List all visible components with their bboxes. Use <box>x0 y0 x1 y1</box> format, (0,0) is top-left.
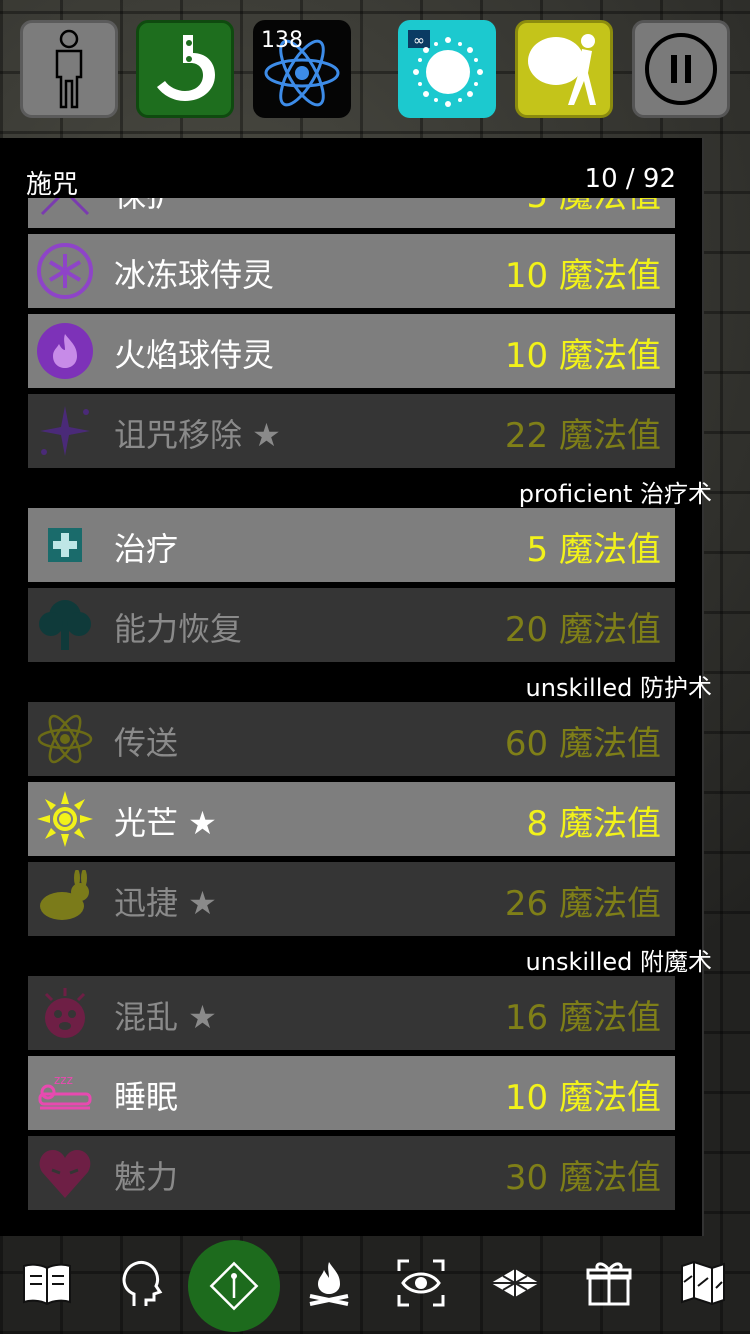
stomach-icon <box>157 35 215 101</box>
first-aid-icon <box>36 516 94 574</box>
search-button[interactable] <box>390 1252 452 1314</box>
spell-name: 冰冻球侍灵 <box>114 256 275 294</box>
character-button[interactable] <box>20 20 118 118</box>
rest-button[interactable] <box>298 1252 360 1314</box>
spell-row-fire-ball[interactable]: 火焰球侍灵 10 魔法值 <box>28 314 675 388</box>
spell-cost: 22 魔法值 <box>504 416 661 456</box>
spell-cost: 8 魔法值 <box>526 804 661 844</box>
tree-icon <box>36 596 94 654</box>
spell-cost: 30 魔法值 <box>504 1158 661 1198</box>
power-count: 138 <box>261 28 303 53</box>
pause-button[interactable] <box>632 20 730 118</box>
spell-cost: 26 魔法值 <box>504 884 661 924</box>
spell-name: 传送 <box>114 724 179 762</box>
cast-spell-button[interactable] <box>188 1240 280 1332</box>
flame-icon <box>36 322 94 380</box>
section-label-healing: proficient 治疗术 <box>518 480 712 508</box>
floor-tiles-icon <box>491 1269 539 1297</box>
map-button[interactable] <box>672 1252 734 1314</box>
character-info-button[interactable] <box>110 1252 172 1314</box>
spell-cost: 10 魔法值 <box>504 1078 661 1118</box>
status-bar: 138 ∞ <box>0 0 750 130</box>
spell-cost: 60 魔法值 <box>504 724 661 764</box>
spell-name: 火焰球侍灵 <box>114 336 275 374</box>
spell-name: 治疗 <box>114 530 179 568</box>
spell-cost: 5 魔法值 <box>526 530 661 570</box>
sparkle-icon <box>36 402 94 460</box>
spell-name: 光芒 ★ <box>114 804 217 842</box>
spell-row-confusion[interactable]: 混乱 ★ 16 魔法值 <box>28 976 675 1050</box>
snowflake-icon <box>36 242 94 300</box>
cast-spell-icon <box>209 1261 259 1311</box>
spell-cost: 20 魔法值 <box>504 610 661 650</box>
spell-name: 迅捷 ★ <box>114 884 217 922</box>
confused-face-icon <box>36 984 94 1042</box>
campfire-icon <box>309 1262 349 1306</box>
spell-name: 睡眠 <box>114 1078 179 1116</box>
heavy-bag-icon <box>528 34 596 105</box>
spell-row-protection[interactable]: 保护 5 魔法值 <box>28 198 675 228</box>
spell-name: 魅力 <box>114 1158 179 1196</box>
person-icon <box>55 29 83 109</box>
search-eye-icon <box>397 1259 445 1307</box>
section-label-enchantment: unskilled 附魔术 <box>525 948 712 976</box>
heart-mask-icon <box>36 1144 94 1202</box>
panel-title: 施咒 <box>26 170 79 200</box>
magic-burst-icon: ∞ <box>408 30 483 107</box>
spell-count: 10 / 92 <box>584 164 676 194</box>
spell-row-teleport[interactable]: 传送 60 魔法值 <box>28 702 675 776</box>
spell-row-light[interactable]: 光芒 ★ 8 魔法值 <box>28 782 675 856</box>
inventory-button[interactable] <box>578 1252 640 1314</box>
partial-spell-row[interactable]: 保护 5 魔法值 <box>28 198 675 228</box>
spell-cost: 16 魔法值 <box>504 998 661 1038</box>
encumbrance-button[interactable] <box>515 20 613 118</box>
atom-icon <box>36 710 94 768</box>
svg-text:∞: ∞ <box>413 33 425 49</box>
spellbook-icon <box>23 1263 71 1306</box>
power-button[interactable]: 138 <box>253 20 351 118</box>
spell-cost: 10 魔法值 <box>504 336 661 376</box>
spellbook-button[interactable] <box>16 1252 78 1314</box>
spell-row-heal[interactable]: 治疗 5 魔法值 <box>28 508 675 582</box>
spell-cost: 5 魔法值 <box>527 198 661 217</box>
svg-text:zzz: zzz <box>54 1073 73 1087</box>
magic-button[interactable]: ∞ <box>398 20 496 118</box>
spell-row-restore[interactable]: 能力恢复 20 魔法值 <box>28 588 675 662</box>
section-label-protection: unskilled 防护术 <box>525 674 712 702</box>
spell-row-sleep[interactable]: zzz 睡眠 10 魔法值 <box>28 1056 675 1130</box>
hunger-button[interactable] <box>136 20 234 118</box>
floor-button[interactable] <box>484 1252 546 1314</box>
spell-row-charm[interactable]: 魅力 30 魔法值 <box>28 1136 675 1210</box>
spell-row-ice-ball[interactable]: 冰冻球侍灵 10 魔法值 <box>28 234 675 308</box>
sun-icon <box>36 790 94 848</box>
map-icon <box>681 1260 725 1306</box>
spell-cost: 10 魔法值 <box>504 256 661 296</box>
shield-icon <box>36 198 94 220</box>
rabbit-icon <box>36 870 94 928</box>
sleep-icon: zzz <box>36 1064 94 1122</box>
spell-row-haste[interactable]: 迅捷 ★ 26 魔法值 <box>28 862 675 936</box>
spell-name: 保护 <box>114 198 178 216</box>
gift-icon <box>586 1262 632 1306</box>
panel-header: 施咒 10 / 92 <box>0 138 702 200</box>
spell-row-remove-curse[interactable]: 诅咒移除 ★ 22 魔法值 <box>28 394 675 468</box>
head-profile-icon <box>122 1260 163 1306</box>
spell-name: 混乱 ★ <box>114 998 217 1036</box>
pause-icon <box>645 33 717 105</box>
bottom-toolbar <box>0 1238 750 1334</box>
spell-name: 诅咒移除 ★ <box>114 416 281 454</box>
spell-name: 能力恢复 <box>114 610 243 648</box>
